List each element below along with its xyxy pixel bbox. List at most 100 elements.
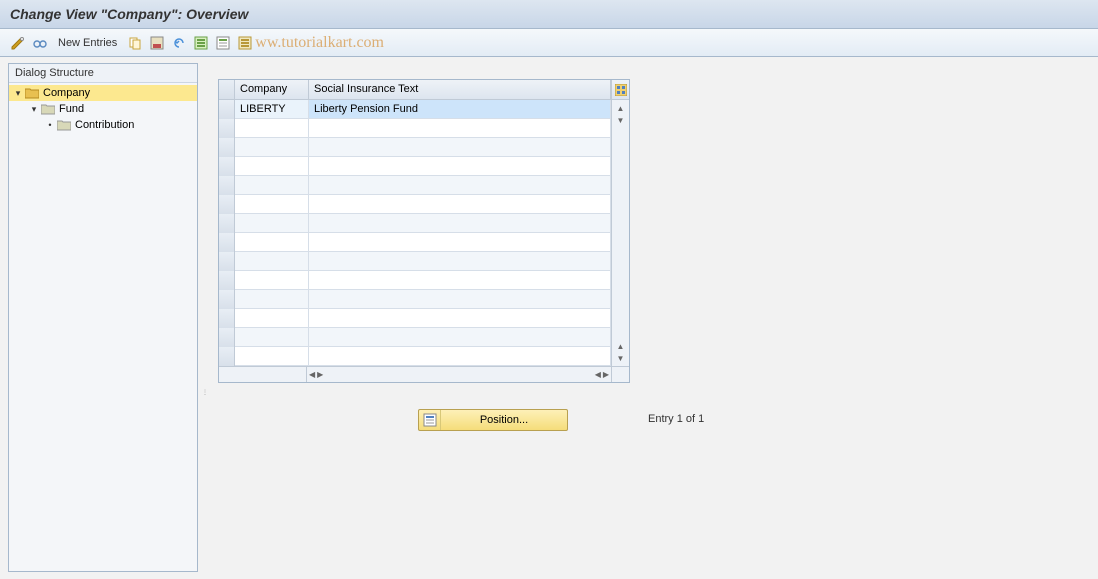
cell-empty[interactable] (235, 214, 309, 232)
position-button-label: Position... (441, 414, 567, 426)
row-selector[interactable] (219, 119, 235, 138)
table-row-empty[interactable] (219, 233, 611, 252)
row-selector[interactable] (219, 100, 235, 119)
table-control: Company Social Insurance Text LIBERTY Li… (218, 79, 630, 383)
table-row-empty[interactable] (219, 328, 611, 347)
collapse-icon[interactable]: ▾ (29, 104, 39, 115)
vertical-scrollbar[interactable]: ▲ ▼ ▲ ▼ (611, 100, 629, 366)
horizontal-scrollbar[interactable]: ◀▶ ◀▶ (219, 366, 629, 382)
cell-empty[interactable] (309, 138, 611, 156)
cell-company[interactable]: LIBERTY (235, 100, 309, 118)
table-row-empty[interactable] (219, 290, 611, 309)
table-row-empty[interactable] (219, 176, 611, 195)
tree-item-fund[interactable]: ▾ Fund (9, 101, 197, 117)
pencil-glasses-icon[interactable] (10, 35, 26, 51)
cell-empty[interactable] (235, 252, 309, 270)
tree-item-company[interactable]: ▾ Company (9, 85, 197, 101)
table-row-empty[interactable] (219, 119, 611, 138)
cell-empty[interactable] (235, 271, 309, 289)
cell-empty[interactable] (309, 328, 611, 346)
row-selector[interactable] (219, 271, 235, 290)
cell-empty[interactable] (309, 176, 611, 194)
table-row[interactable]: LIBERTY Liberty Pension Fund (219, 100, 611, 119)
row-selector[interactable] (219, 347, 235, 366)
tree-item-contribution[interactable]: • Contribution (9, 117, 197, 133)
cell-empty[interactable] (309, 214, 611, 232)
row-selector[interactable] (219, 195, 235, 214)
row-selector[interactable] (219, 233, 235, 252)
new-entries-button[interactable]: New Entries (54, 37, 121, 49)
table-row-empty[interactable] (219, 214, 611, 233)
scroll-up-icon[interactable]: ▲ (617, 104, 625, 113)
row-selector[interactable] (219, 138, 235, 157)
scroll-down-icon[interactable]: ▼ (617, 354, 625, 363)
row-selector[interactable] (219, 309, 235, 328)
position-button[interactable]: Position... (418, 409, 568, 431)
table-row-empty[interactable] (219, 347, 611, 366)
select-all-icon[interactable] (193, 35, 209, 51)
table-settings-icon[interactable] (611, 80, 629, 99)
row-selector[interactable] (219, 328, 235, 347)
column-header-social-insurance-text[interactable]: Social Insurance Text (309, 80, 611, 99)
position-icon (419, 410, 441, 430)
cell-empty[interactable] (235, 290, 309, 308)
undo-icon[interactable] (171, 35, 187, 51)
scroll-corner (611, 367, 629, 382)
scroll-left-icon[interactable]: ◀ (309, 370, 315, 380)
collapse-icon[interactable]: ▾ (13, 88, 23, 99)
row-selector[interactable] (219, 157, 235, 176)
scroll-down-icon[interactable]: ▼ (617, 116, 625, 125)
cell-empty[interactable] (235, 328, 309, 346)
deselect-all-icon[interactable] (237, 35, 253, 51)
scroll-right-icon[interactable]: ▶ (603, 370, 609, 380)
cell-empty[interactable] (235, 157, 309, 175)
row-selector[interactable] (219, 290, 235, 309)
scroll-left-icon[interactable]: ◀ (595, 370, 601, 380)
entry-status-text: Entry 1 of 1 (648, 413, 704, 425)
cell-empty[interactable] (309, 157, 611, 175)
row-selector-header[interactable] (219, 80, 235, 99)
tree-label: Company (43, 87, 90, 99)
cell-empty[interactable] (309, 271, 611, 289)
scroll-right-icon[interactable]: ▶ (317, 370, 323, 380)
tree-label: Contribution (75, 119, 134, 131)
cell-empty[interactable] (309, 233, 611, 251)
cell-empty[interactable] (235, 195, 309, 213)
table-row-empty[interactable] (219, 271, 611, 290)
save-var-icon[interactable] (149, 35, 165, 51)
select-block-icon[interactable] (215, 35, 231, 51)
cell-empty[interactable] (235, 233, 309, 251)
window-title: Change View "Company": Overview (0, 0, 1098, 29)
table-row-empty[interactable] (219, 157, 611, 176)
toolbar: New Entries ww.tutorialkart.com (0, 29, 1098, 57)
table-row-empty[interactable] (219, 309, 611, 328)
watermark-text: ww.tutorialkart.com (255, 34, 384, 52)
cell-empty[interactable] (235, 138, 309, 156)
row-selector[interactable] (219, 176, 235, 195)
copy-icon[interactable] (127, 35, 143, 51)
row-selector[interactable] (219, 214, 235, 233)
cell-social-insurance-text[interactable]: Liberty Pension Fund (309, 100, 611, 118)
table-body: LIBERTY Liberty Pension Fund (219, 100, 611, 366)
scroll-up-icon[interactable]: ▲ (617, 342, 625, 351)
cell-empty[interactable] (309, 119, 611, 137)
tree-label: Fund (59, 103, 84, 115)
glasses-icon[interactable] (32, 35, 48, 51)
table-row-empty[interactable] (219, 138, 611, 157)
cell-empty[interactable] (235, 176, 309, 194)
cell-empty[interactable] (235, 347, 309, 365)
cell-empty[interactable] (309, 347, 611, 365)
cell-empty[interactable] (309, 309, 611, 327)
folder-icon (41, 103, 55, 115)
table-row-empty[interactable] (219, 195, 611, 214)
row-selector[interactable] (219, 252, 235, 271)
table-row-empty[interactable] (219, 252, 611, 271)
cell-empty[interactable] (309, 195, 611, 213)
cell-empty[interactable] (309, 290, 611, 308)
cell-empty[interactable] (235, 119, 309, 137)
hscroll-spacer (219, 367, 307, 382)
column-header-company[interactable]: Company (235, 80, 309, 99)
main-area: Company Social Insurance Text LIBERTY Li… (208, 57, 1098, 578)
cell-empty[interactable] (309, 252, 611, 270)
cell-empty[interactable] (235, 309, 309, 327)
